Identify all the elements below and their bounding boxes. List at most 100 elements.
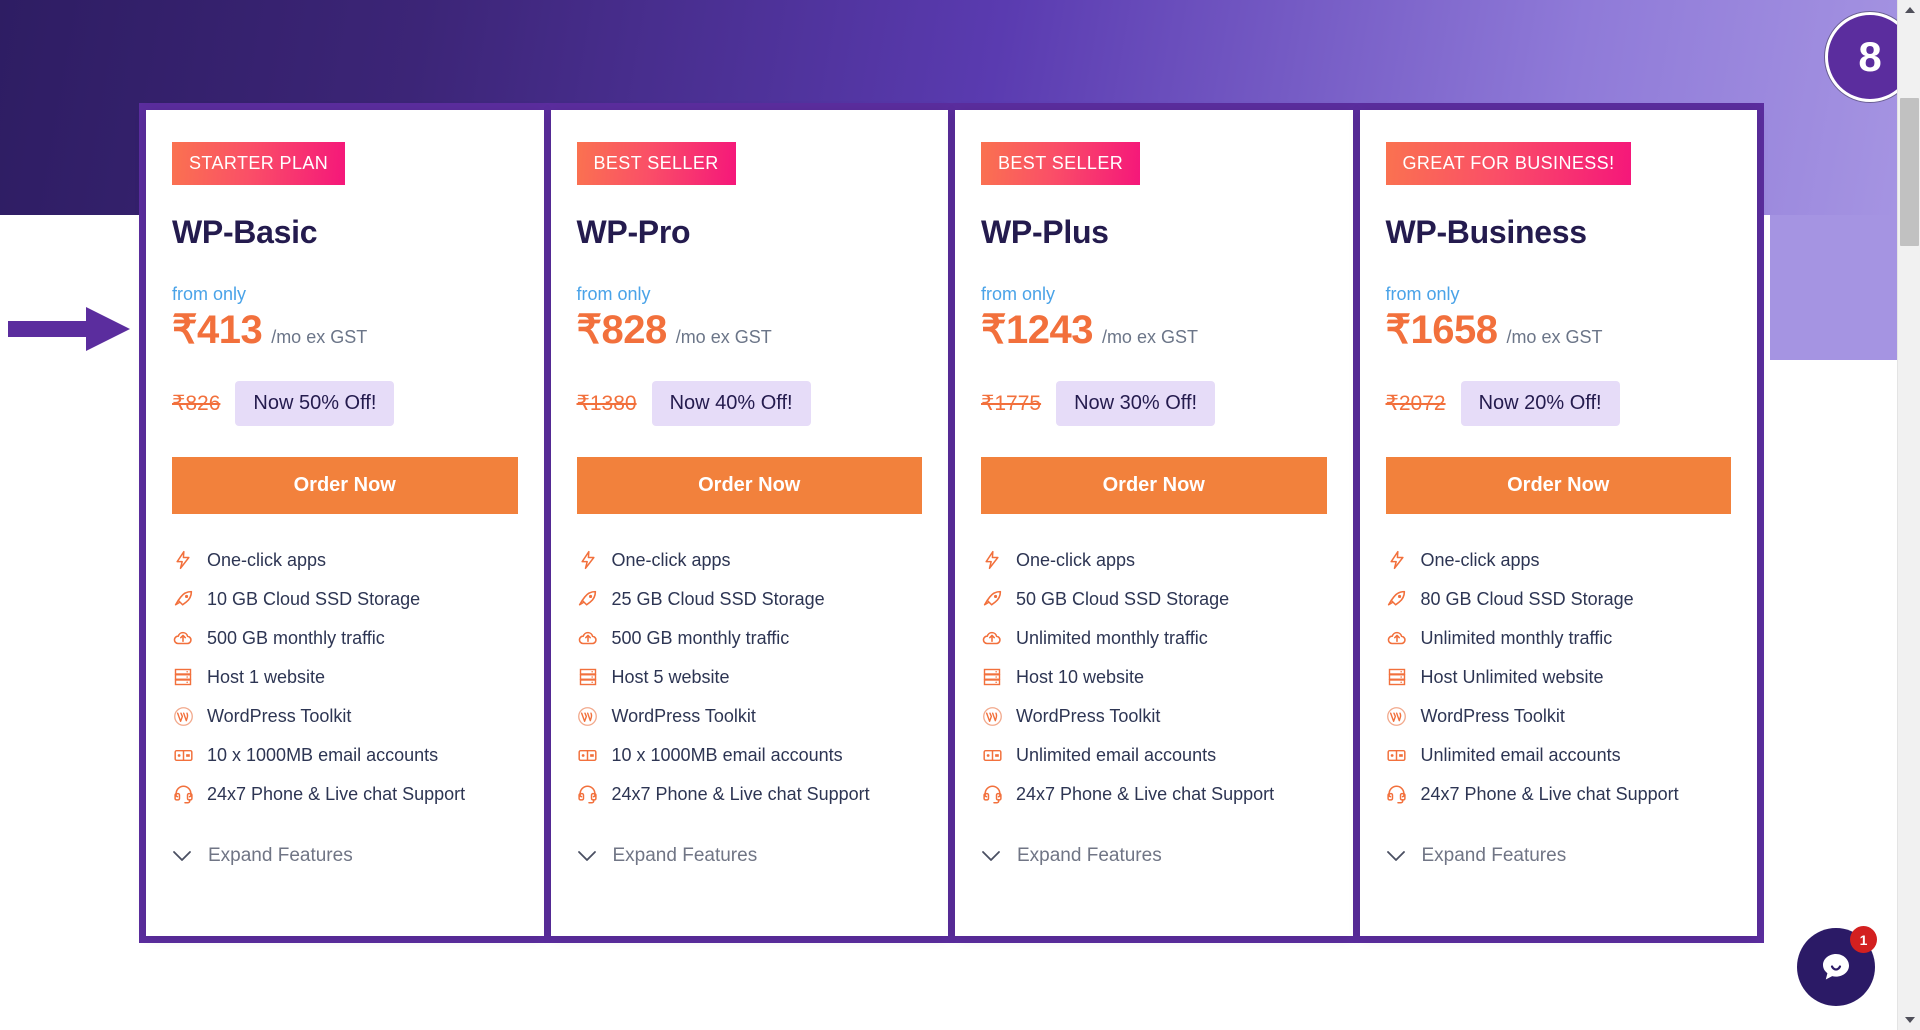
discount-row: ₹826 Now 50% Off! <box>172 381 518 426</box>
feature-label: Unlimited email accounts <box>1016 744 1217 765</box>
chevron-down-icon <box>577 846 597 866</box>
cloud-upload-icon <box>981 627 1003 649</box>
expand-features-label: Expand Features <box>208 845 353 866</box>
lightning-icon <box>577 549 599 571</box>
chat-unread-badge: 1 <box>1850 926 1877 953</box>
rocket-icon <box>577 588 599 610</box>
page-root: 8 STARTER PLAN WP-Basic from only ₹413 /… <box>0 0 1920 1030</box>
server-icon <box>577 666 599 688</box>
scroll-down-arrow-icon[interactable] <box>1898 1010 1920 1030</box>
order-now-button[interactable]: Order Now <box>576 457 922 514</box>
plan-ribbon: BEST SELLER <box>576 142 736 185</box>
feature-label: Unlimited monthly traffic <box>1420 627 1613 648</box>
price-amount: ₹1658 <box>1385 308 1498 352</box>
expand-features-toggle[interactable]: Expand Features <box>577 845 923 867</box>
lightning-icon <box>172 549 194 571</box>
from-only-label: from only <box>172 284 247 304</box>
from-only-label: from only <box>1385 284 1460 304</box>
plan-name: WP-Basic <box>172 214 318 250</box>
price-amount: ₹413 <box>172 308 263 352</box>
expand-features-toggle[interactable]: Expand Features <box>1386 845 1732 867</box>
feature-item: 10 x 1000MB email accounts <box>172 744 518 766</box>
feature-label: Host Unlimited website <box>1420 666 1604 687</box>
feature-label: WordPress Toolkit <box>611 705 756 726</box>
headset-support-icon <box>577 783 599 805</box>
old-price: ₹2072 <box>1385 392 1446 415</box>
from-only-label: from only <box>576 284 651 304</box>
feature-label: 500 GB monthly traffic <box>611 627 790 648</box>
feature-item: Host 5 website <box>577 666 923 688</box>
vertical-scrollbar[interactable] <box>1897 0 1920 1030</box>
price-row: ₹413 /mo ex GST <box>172 309 518 351</box>
feature-label: 24x7 Phone & Live chat Support <box>611 783 870 804</box>
order-now-button[interactable]: Order Now <box>1385 457 1731 514</box>
wordpress-icon <box>577 705 599 727</box>
feature-item: Host 10 website <box>981 666 1327 688</box>
feature-item: 50 GB Cloud SSD Storage <box>981 588 1327 610</box>
hero-gradient-background-right <box>1770 215 1897 360</box>
plan-ribbon: STARTER PLAN <box>172 142 346 185</box>
feature-label: 24x7 Phone & Live chat Support <box>1420 783 1679 804</box>
order-now-button[interactable]: Order Now <box>172 457 518 514</box>
feature-item: One-click apps <box>172 549 518 571</box>
feature-label: 24x7 Phone & Live chat Support <box>207 783 466 804</box>
mailbox-icon <box>1386 744 1408 766</box>
feature-label: 80 GB Cloud SSD Storage <box>1420 588 1634 609</box>
feature-item: Unlimited email accounts <box>1386 744 1732 766</box>
feature-item: 24x7 Phone & Live chat Support <box>981 783 1327 805</box>
discount-badge: Now 30% Off! <box>1056 381 1216 426</box>
cloud-upload-icon <box>172 627 194 649</box>
plan-name: WP-Plus <box>981 214 1109 250</box>
mailbox-icon <box>172 744 194 766</box>
feature-label: 50 GB Cloud SSD Storage <box>1016 588 1230 609</box>
feature-item: 500 GB monthly traffic <box>577 627 923 649</box>
expand-features-toggle[interactable]: Expand Features <box>172 845 518 867</box>
plan-name: WP-Pro <box>576 214 691 250</box>
feature-label: 10 GB Cloud SSD Storage <box>207 588 421 609</box>
plan-card-wp-basic: STARTER PLAN WP-Basic from only ₹413 /mo… <box>146 110 544 936</box>
chat-widget[interactable]: 1 <box>1797 926 1877 1006</box>
expand-features-toggle[interactable]: Expand Features <box>981 845 1327 867</box>
feature-item: One-click apps <box>577 549 923 571</box>
rocket-icon <box>172 588 194 610</box>
price-period: /mo ex GST <box>1101 327 1198 347</box>
expand-features-label: Expand Features <box>1421 845 1567 866</box>
feature-item: 80 GB Cloud SSD Storage <box>1386 588 1732 610</box>
feature-item: 10 GB Cloud SSD Storage <box>172 588 518 610</box>
order-now-button[interactable]: Order Now <box>981 457 1327 514</box>
price-period: /mo ex GST <box>271 327 368 347</box>
feature-label: One-click apps <box>611 549 731 570</box>
scrollbar-thumb[interactable] <box>1900 98 1919 246</box>
feature-label: Host 1 website <box>207 666 326 687</box>
chevron-down-icon <box>1386 846 1406 866</box>
arrow-annotation <box>8 307 130 351</box>
feature-label: One-click apps <box>1016 549 1136 570</box>
chevron-down-icon <box>981 846 1001 866</box>
wordpress-icon <box>981 705 1003 727</box>
headset-support-icon <box>172 783 194 805</box>
discount-row: ₹1775 Now 30% Off! <box>981 381 1327 426</box>
server-icon <box>1386 666 1408 688</box>
feature-list: One-click apps 80 GB Cloud SSD Storage U… <box>1386 549 1732 822</box>
feature-item: Unlimited email accounts <box>981 744 1327 766</box>
cloud-upload-icon <box>1386 627 1408 649</box>
feature-label: Host 10 website <box>1016 666 1145 687</box>
old-price: ₹1380 <box>576 392 637 415</box>
chevron-down-icon <box>172 846 192 866</box>
lightning-icon <box>1386 549 1408 571</box>
feature-item: 24x7 Phone & Live chat Support <box>577 783 923 805</box>
feature-item: WordPress Toolkit <box>981 705 1327 727</box>
mailbox-icon <box>981 744 1003 766</box>
feature-label: Unlimited monthly traffic <box>1016 627 1208 648</box>
feature-item: 25 GB Cloud SSD Storage <box>577 588 923 610</box>
discount-badge: Now 50% Off! <box>235 381 395 426</box>
feature-item: 500 GB monthly traffic <box>172 627 518 649</box>
feature-item: 24x7 Phone & Live chat Support <box>172 783 518 805</box>
feature-label: One-click apps <box>1420 549 1540 570</box>
expand-features-label: Expand Features <box>612 845 758 866</box>
rocket-icon <box>981 588 1003 610</box>
discount-badge: Now 20% Off! <box>1460 381 1620 426</box>
scroll-up-arrow-icon[interactable] <box>1898 0 1920 20</box>
pricing-table-frame: STARTER PLAN WP-Basic from only ₹413 /mo… <box>139 103 1764 943</box>
feature-list: One-click apps 50 GB Cloud SSD Storage U… <box>981 549 1327 822</box>
